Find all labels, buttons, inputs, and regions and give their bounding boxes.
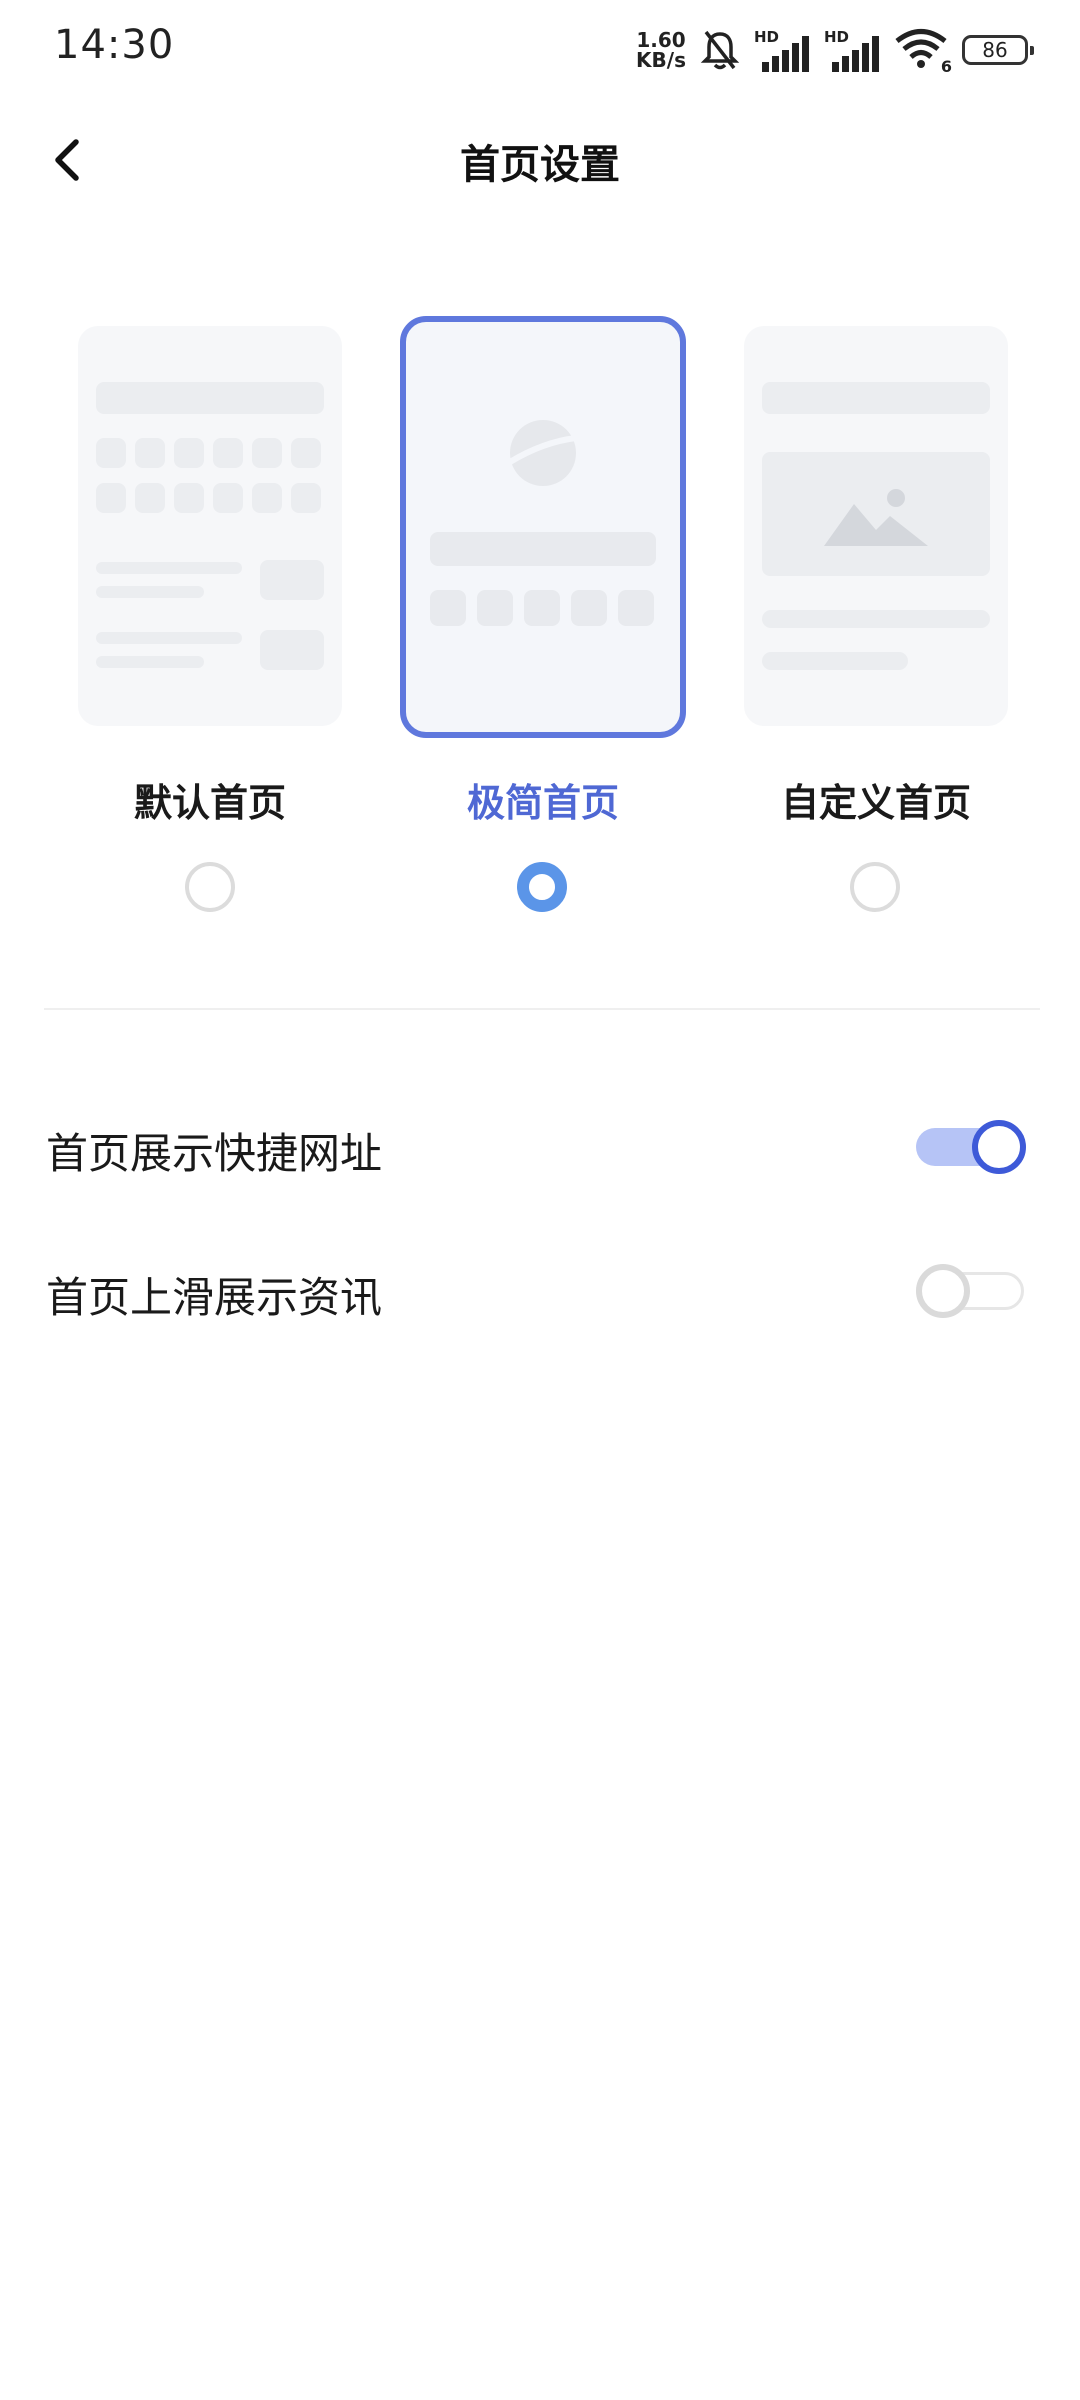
network-speed-value: 1.60 — [636, 28, 686, 52]
show-shortcuts-toggle[interactable] — [916, 1120, 1028, 1174]
signal-icon — [832, 36, 879, 72]
custom-homepage-preview[interactable] — [744, 326, 1008, 726]
preview-line — [762, 652, 908, 670]
radio-simple[interactable] — [517, 862, 567, 912]
setting-label: 首页上滑展示资讯 — [46, 1273, 383, 1322]
wifi-badge: 6 — [940, 57, 952, 76]
status-bar: 14:30 1.60 KB/s HD HD 6 86 — [0, 0, 1080, 100]
network-speed: 1.60 KB/s — [636, 30, 686, 70]
preview-banner — [762, 452, 990, 576]
option-label-simple[interactable]: 极简首页 — [393, 772, 693, 827]
header: 首页设置 — [0, 110, 1080, 210]
signal-strength-1: HD — [754, 28, 810, 72]
status-time: 14:30 — [54, 22, 175, 68]
preview-search-bar — [96, 382, 324, 414]
toggle-knob — [972, 1120, 1026, 1174]
page-title: 首页设置 — [460, 142, 620, 188]
preview-search-bar — [430, 532, 656, 566]
network-speed-unit: KB/s — [636, 48, 686, 72]
browser-logo-icon — [508, 420, 577, 486]
setting-show-shortcuts: 首页展示快捷网址 — [0, 1090, 1080, 1200]
option-label-default[interactable]: 默认首页 — [60, 772, 360, 827]
radio-custom[interactable] — [850, 862, 900, 912]
setting-swipe-news: 首页上滑展示资讯 — [0, 1234, 1080, 1344]
bell-muted-icon — [700, 30, 740, 70]
battery-icon: 86 — [962, 35, 1034, 65]
simple-homepage-preview[interactable] — [400, 316, 686, 738]
divider — [44, 1008, 1040, 1010]
battery-level: 86 — [982, 38, 1008, 62]
wifi-status: 6 — [894, 28, 952, 76]
status-icons: 1.60 KB/s HD HD 6 86 — [636, 26, 1034, 76]
image-placeholder-icon — [824, 489, 928, 546]
default-homepage-preview[interactable] — [78, 326, 342, 726]
setting-label: 首页展示快捷网址 — [46, 1129, 383, 1178]
swipe-news-toggle[interactable] — [916, 1264, 1028, 1318]
option-label-custom[interactable]: 自定义首页 — [726, 772, 1026, 827]
toggle-knob — [916, 1264, 970, 1318]
signal-icon — [762, 36, 809, 72]
signal-strength-2: HD — [824, 28, 880, 72]
homepage-settings-screen: 14:30 1.60 KB/s HD HD 6 86 首页设置 默认首页 极简首… — [0, 0, 1080, 2400]
preview-line — [762, 610, 990, 628]
preview-search-bar — [762, 382, 990, 414]
radio-default[interactable] — [185, 862, 235, 912]
